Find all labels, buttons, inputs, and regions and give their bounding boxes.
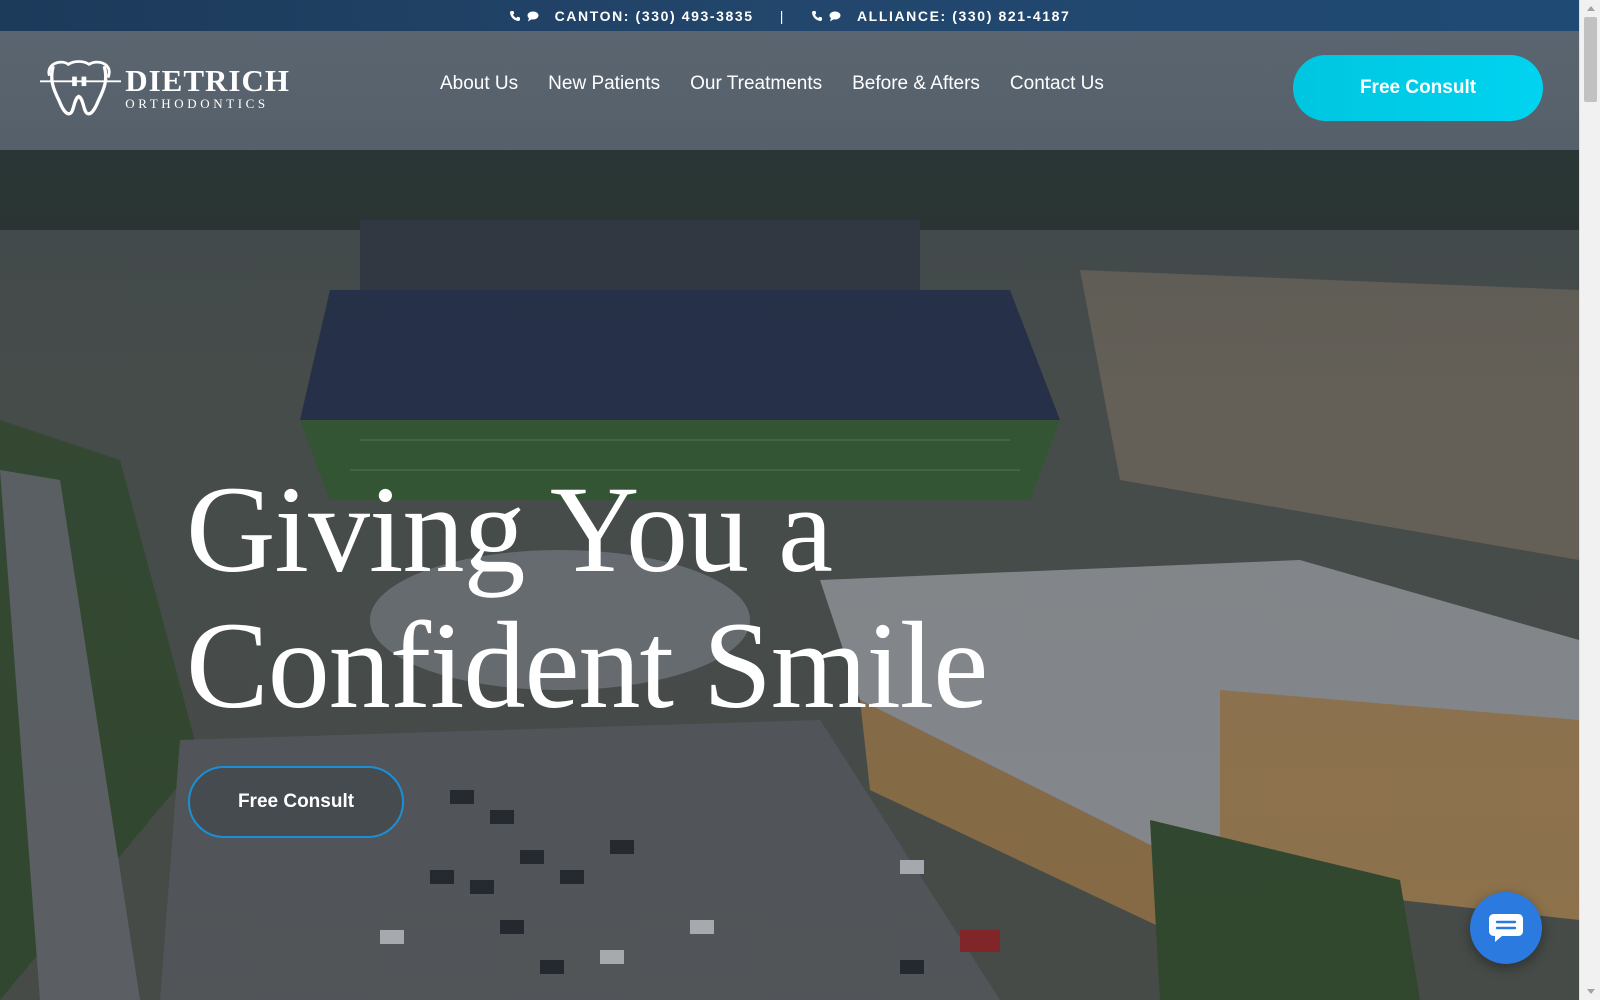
header-free-consult-button[interactable]: Free Consult: [1293, 55, 1543, 121]
nav-item-contact-us[interactable]: Contact Us: [1010, 73, 1104, 99]
chat-icon: [1489, 914, 1523, 942]
tooth-with-braces-icon: [40, 60, 122, 116]
alliance-phone-link[interactable]: ALLIANCE: (330) 821-4187: [811, 8, 1070, 24]
canton-phone-link[interactable]: CANTON: (330) 493-3835: [509, 8, 754, 24]
chat-bubble-icon: [527, 10, 539, 22]
scroll-down-arrow-icon[interactable]: [1580, 983, 1600, 1000]
hero-title-line-1: Giving You a: [186, 461, 833, 598]
chat-widget-button[interactable]: [1470, 892, 1542, 964]
nav-item-new-patients[interactable]: New Patients: [548, 73, 660, 99]
main-navigation: About Us New Patients Our Treatments Bef…: [440, 73, 1104, 99]
site-header: DIETRICH ORTHODONTICS About Us New Patie…: [0, 31, 1579, 145]
scroll-up-arrow-icon[interactable]: [1580, 0, 1600, 17]
nav-item-about-us[interactable]: About Us: [440, 73, 518, 99]
phone-icon: [811, 10, 823, 22]
brand-subtitle: ORTHODONTICS: [125, 95, 269, 111]
nav-item-our-treatments[interactable]: Our Treatments: [690, 73, 822, 99]
top-contact-bar: CANTON: (330) 493-3835 | ALLIANCE: (330)…: [0, 0, 1579, 31]
hero-title: Giving You a Confident Smile: [186, 462, 1106, 734]
hero-title-line-2: Confident Smile: [186, 597, 988, 734]
brand-name: DIETRICH: [125, 62, 290, 98]
hero-free-consult-button[interactable]: Free Consult: [188, 766, 404, 838]
topbar-separator: |: [779, 7, 785, 24]
chat-bubble-icon: [829, 10, 841, 22]
nav-item-before-afters[interactable]: Before & Afters: [852, 73, 980, 99]
brand-wordmark: DIETRICH ORTHODONTICS: [125, 65, 290, 110]
scrollbar-thumb[interactable]: [1584, 17, 1597, 102]
brand-logo-link[interactable]: DIETRICH ORTHODONTICS: [40, 55, 290, 119]
alliance-phone-label: ALLIANCE: (330) 821-4187: [856, 7, 1071, 24]
page-scrollbar[interactable]: [1579, 0, 1600, 1000]
canton-phone-label: CANTON: (330) 493-3835: [554, 7, 754, 24]
phone-icon: [509, 10, 521, 22]
